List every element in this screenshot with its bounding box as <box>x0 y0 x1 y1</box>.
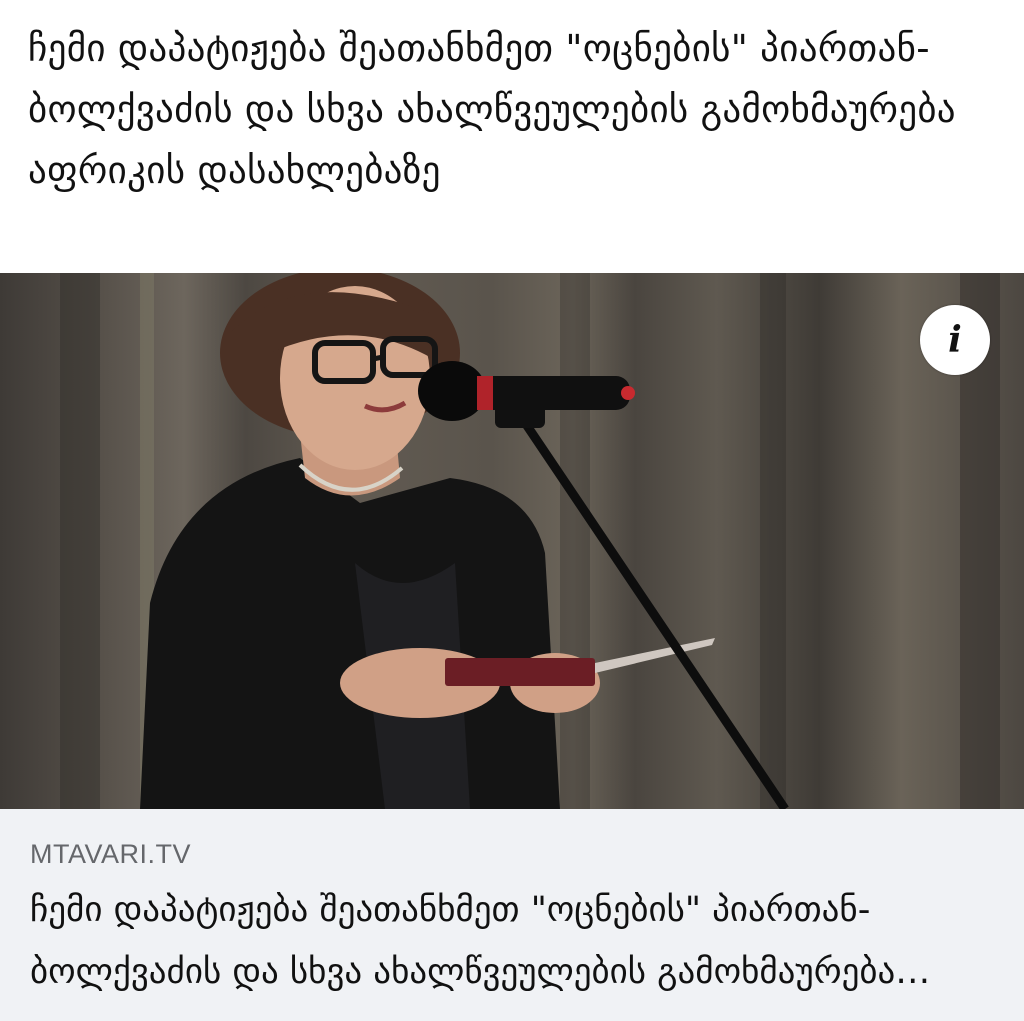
link-domain: MTAVARI.TV <box>30 839 192 869</box>
preview-image[interactable]: i <box>0 273 1024 809</box>
link-headline[interactable]: ჩემი დაპატიჟება შეათანხმეთ "ოცნების" პია… <box>30 879 990 1003</box>
post-text: ჩემი დაპატიჟება შეათანხმეთ "ოცნების" პია… <box>28 27 956 192</box>
info-button[interactable]: i <box>920 305 990 375</box>
info-icon: i <box>948 319 962 361</box>
link-preview-card[interactable]: i MTAVARI.TV ჩემი დაპატიჟება შეათანხმეთ … <box>0 273 1024 1021</box>
link-meta[interactable]: MTAVARI.TV ჩემი დაპატიჟება შეათანხმეთ "ო… <box>0 809 1024 1021</box>
photo-illustration <box>60 273 1000 809</box>
